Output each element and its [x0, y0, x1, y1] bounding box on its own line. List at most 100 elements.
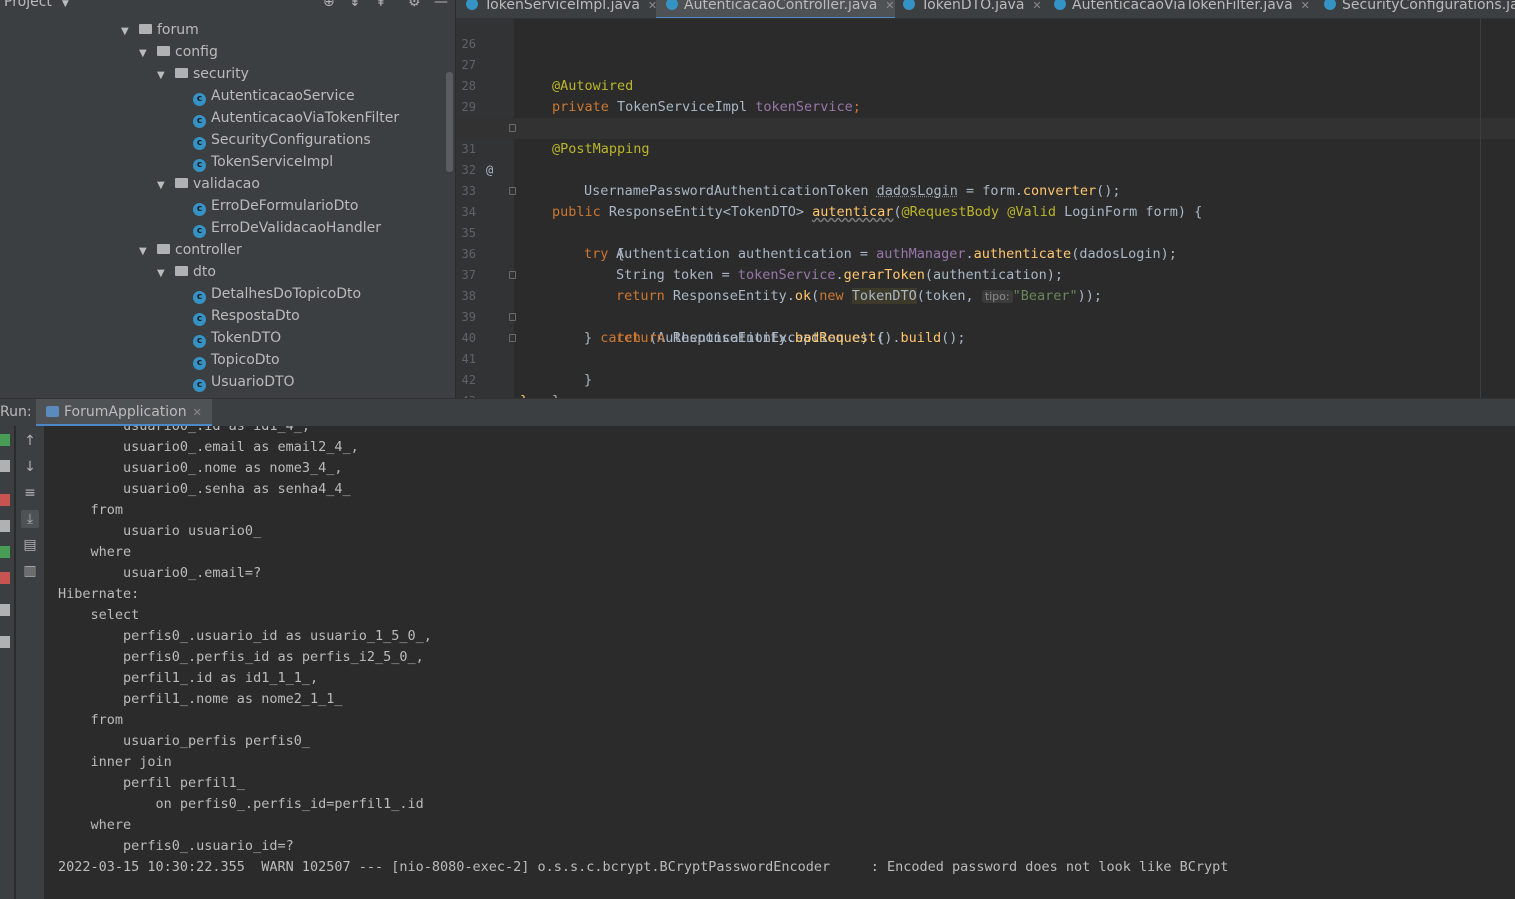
console-line: usuario_perfis perfis0_ — [58, 733, 310, 749]
tree-item-tokenserviceimpl[interactable]: c TokenServiceImpl — [193, 151, 333, 173]
tab-label: SecurityConfigurations.jav — [1342, 0, 1515, 13]
java-class-icon: c — [193, 379, 206, 392]
project-panel: Project ▼ ⊕ ⇟ ⇞ ⚙ — ▼ forum ▼ config ▼ securit… — [0, 0, 455, 398]
tree-item-forum[interactable]: ▼ forum — [121, 19, 199, 41]
scroll-to-end-icon[interactable]: ⤓ — [21, 510, 39, 528]
wrench-icon[interactable] — [0, 460, 10, 472]
code-line-40[interactable]: 40 } — [456, 307, 1515, 388]
console-line: perfis0_.perfis_id as perfis_i2_5_0_, — [58, 649, 424, 665]
run-tab-forum-application[interactable]: ForumApplication ✕ — [36, 399, 212, 426]
gear-icon[interactable]: ⚙ — [408, 0, 421, 10]
chevron-down-icon[interactable]: ▼ — [121, 21, 133, 43]
tree-item-detalhesdotopicodto[interactable]: c DetalhesDoTopicoDto — [193, 283, 361, 305]
chevron-down-icon[interactable]: ▼ — [157, 175, 169, 197]
chevron-down-icon[interactable]: ▼ — [139, 241, 151, 263]
pin-icon[interactable] — [0, 636, 10, 648]
tree-item-autenticacaoviatokenfilter[interactable]: c AutenticacaoViaTokenFilter — [193, 107, 399, 129]
tree-item-label: security — [193, 66, 249, 82]
fold-marker-icon[interactable] — [509, 187, 516, 195]
close-icon[interactable]: ✕ — [1032, 0, 1041, 12]
soft-wrap-icon[interactable]: ≡ — [21, 484, 39, 502]
code-line-38[interactable]: 38 } catch (AuthenticationException e) { — [456, 265, 1515, 346]
console-line: perfil perfil1_ — [58, 775, 245, 791]
stop-icon[interactable] — [0, 494, 10, 506]
code-line-42[interactable]: 42 } — [456, 349, 1515, 398]
close-icon[interactable]: ✕ — [1301, 0, 1310, 12]
tree-item-validacao[interactable]: ▼ validacao — [157, 173, 260, 195]
collapse-all-icon[interactable]: ⇞ — [375, 0, 387, 10]
tree-item-dto[interactable]: ▼ dto — [157, 261, 216, 283]
code-line-39[interactable]: 39 return ResponseEntity.badRequest().bu… — [456, 286, 1515, 346]
tree-item-controller[interactable]: ▼ controller — [139, 239, 242, 261]
code-line-29[interactable]: 29 — [456, 76, 1515, 114]
console-line: Hibernate: — [58, 586, 140, 602]
java-class-icon: c — [193, 203, 206, 216]
hide-panel-icon[interactable]: — — [434, 0, 448, 10]
tree-item-label: TopicoDto — [211, 352, 280, 368]
project-tree-scrollbar[interactable] — [446, 72, 453, 172]
code-line-37[interactable]: 37 return ResponseEntity.ok(new TokenDTO… — [456, 244, 1515, 304]
code-line-35[interactable]: 35 Authentication authentication = authM… — [456, 202, 1515, 262]
console-line: usuario0_.senha as senha4_4_ — [58, 481, 351, 497]
java-class-icon: c — [193, 225, 206, 238]
code-line-34[interactable]: 34 try { — [456, 181, 1515, 262]
trash-icon[interactable]: ▥ — [21, 562, 39, 580]
tree-item-errodeformulariodto[interactable]: c ErroDeFormularioDto — [193, 195, 358, 217]
java-class-icon: c — [193, 159, 206, 172]
code-line-43[interactable]: 43 — [456, 370, 1515, 398]
tree-item-tokendto[interactable]: c TokenDTO — [193, 327, 281, 349]
exit-icon[interactable] — [0, 572, 10, 584]
camera-icon[interactable] — [0, 520, 10, 532]
console-line: from — [58, 712, 124, 728]
fold-marker-icon[interactable] — [509, 313, 516, 321]
chevron-down-icon[interactable]: ▼ — [157, 263, 169, 285]
code-line-33[interactable]: 33 — [456, 160, 1515, 198]
expand-all-icon[interactable]: ⇟ — [349, 0, 361, 10]
java-class-icon — [466, 0, 478, 10]
console-line: perfis0_.usuario_id as usuario_1_5_0_, — [58, 628, 432, 644]
restore-layout-icon[interactable] — [0, 546, 10, 558]
java-class-icon — [903, 0, 915, 10]
tree-item-topicodto[interactable]: c TopicoDto — [193, 349, 280, 371]
fold-marker-icon[interactable] — [509, 124, 516, 132]
tab-label: AutenticacaoViaTokenFilter.java — [1072, 0, 1293, 13]
code-line-26[interactable]: 26 — [456, 13, 1515, 51]
print-icon[interactable]: ▤ — [21, 536, 39, 554]
java-class-icon: c — [193, 291, 206, 304]
code-line-41[interactable]: 41 } — [456, 328, 1515, 398]
tree-item-autenticacaoservice[interactable]: c AutenticacaoService — [193, 85, 355, 107]
rerun-icon[interactable] — [0, 434, 10, 446]
tree-item-label: validacao — [193, 176, 260, 192]
chevron-down-icon[interactable]: ▼ — [139, 43, 151, 65]
tree-item-respostadto[interactable]: c RespostaDto — [193, 305, 300, 327]
code-line-27[interactable]: 27 @Autowired — [456, 34, 1515, 94]
tree-item-usuariodto[interactable]: c UsuarioDTO — [193, 371, 295, 393]
tree-item-security[interactable]: ▼ security — [157, 63, 249, 85]
fold-marker-icon[interactable] — [509, 334, 516, 342]
chevron-down-icon[interactable]: ▼ — [157, 65, 169, 87]
tree-item-label: TokenServiceImpl — [211, 154, 334, 170]
code-line-28[interactable]: 28 private TokenServiceImpl tokenService… — [456, 55, 1515, 115]
arrow-up-icon[interactable]: ↑ — [21, 432, 39, 450]
fold-marker-icon[interactable] — [509, 271, 516, 279]
tree-item-label: forum — [157, 22, 199, 38]
console-line: inner join — [58, 754, 172, 770]
tree-item-label: TokenDTO — [211, 330, 282, 346]
code-line-32[interactable]: 32 UsernamePasswordAuthenticationToken d… — [456, 139, 1515, 199]
tree-item-errodevalidacaohandler[interactable]: c ErroDeValidacaoHandler — [193, 217, 381, 239]
console-line: usuario0_.nome as nome3_4_, — [58, 460, 343, 476]
code-line-30[interactable]: 30 @PostMapping — [456, 97, 1515, 157]
tree-item-label: SecurityConfigurations — [211, 132, 371, 148]
arrow-down-icon[interactable]: ↓ — [21, 458, 39, 476]
console-line: perfis0_.usuario_id=? — [58, 838, 294, 854]
tree-item-config[interactable]: ▼ config — [139, 41, 218, 63]
code-line-31[interactable]: 31 @ public ResponseEntity<TokenDTO> aut… — [456, 118, 1515, 220]
project-view-selector[interactable]: Project ▼ — [4, 0, 69, 10]
tree-item-securityconfigurations[interactable]: c SecurityConfigurations — [193, 129, 371, 151]
tree-item-label: RespostaDto — [211, 308, 300, 324]
folder-icon — [175, 178, 188, 188]
layout-icon[interactable] — [0, 604, 10, 616]
close-icon[interactable]: ✕ — [193, 406, 202, 419]
code-line-36[interactable]: 36 String token = tokenService.gerarToke… — [456, 223, 1515, 283]
locate-file-icon[interactable]: ⊕ — [323, 0, 335, 10]
